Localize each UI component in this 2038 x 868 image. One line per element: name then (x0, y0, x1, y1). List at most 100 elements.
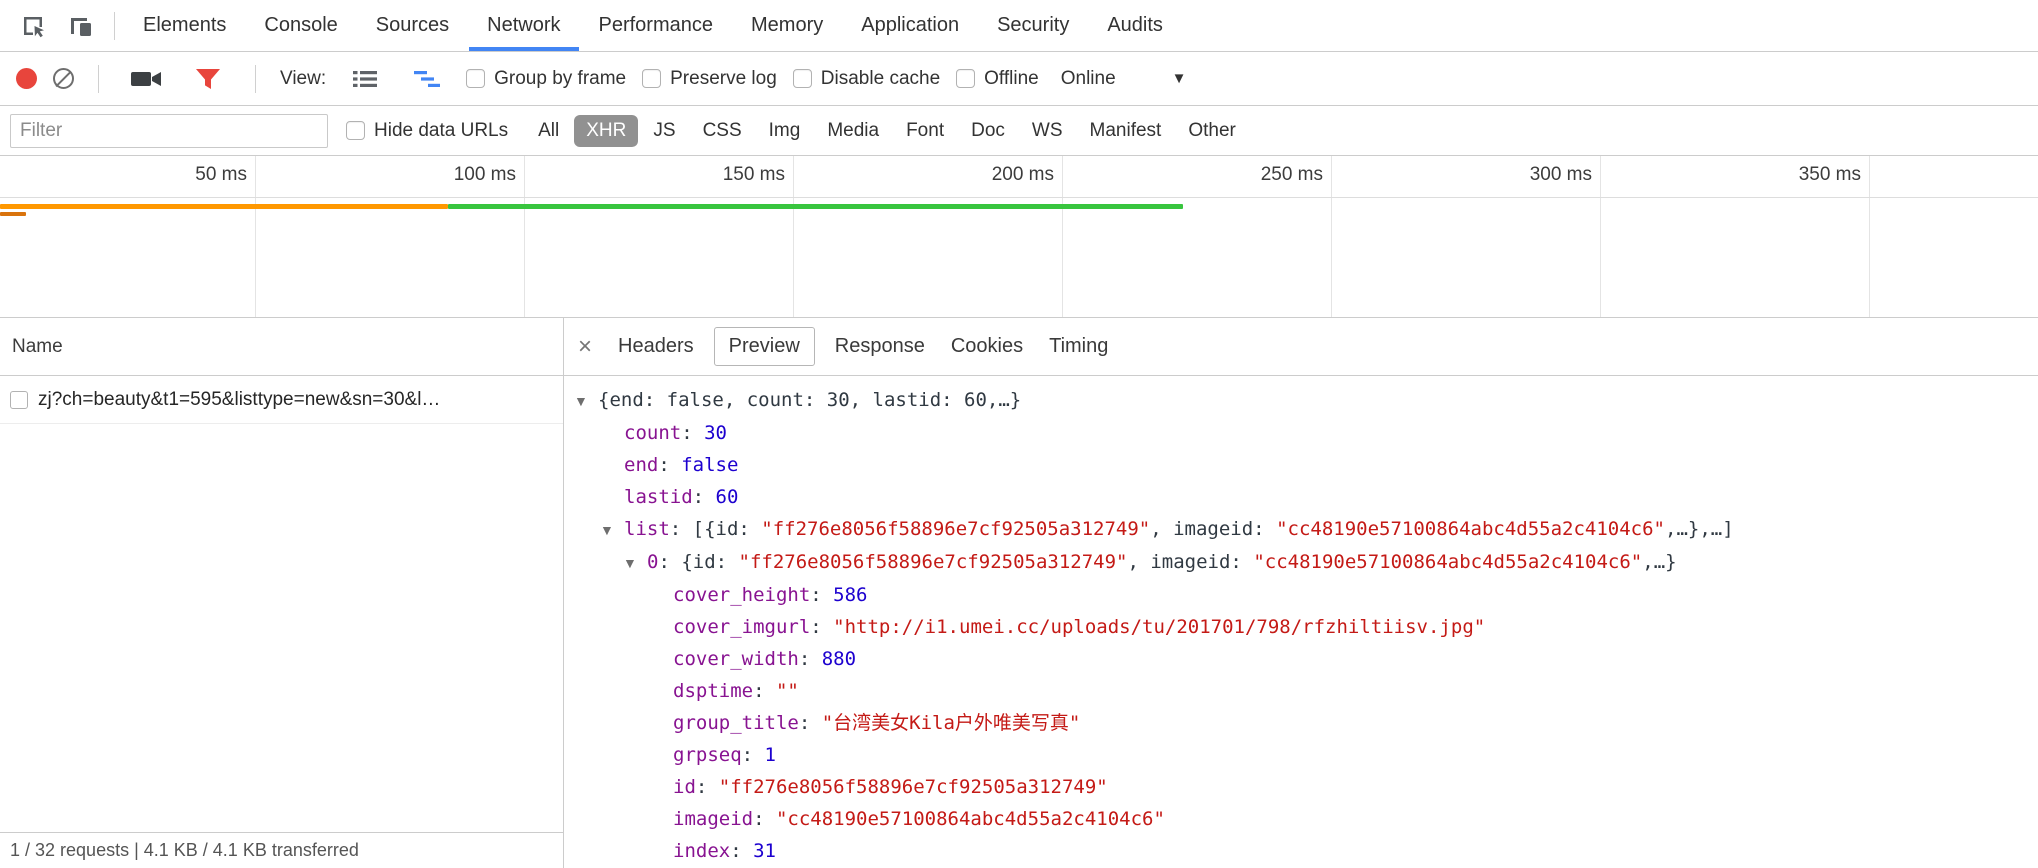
request-row[interactable]: zj?ch=beauty&t1=595&listtype=new&sn=30&l… (0, 376, 563, 424)
filter-css[interactable]: CSS (691, 115, 754, 147)
preview-line: group_title: "台湾美女Kila户外唯美写真" (564, 707, 2038, 739)
json-plain: : (658, 454, 681, 476)
requests-list: zj?ch=beauty&t1=595&listtype=new&sn=30&l… (0, 376, 563, 832)
network-overview[interactable]: 50 ms 100 ms 150 ms 200 ms 250 ms 300 ms… (0, 156, 2038, 318)
overview-gridline (793, 156, 794, 317)
checkbox-label: Disable cache (821, 68, 940, 90)
overview-tick-label: 300 ms (1482, 164, 1592, 186)
throttling-select[interactable]: Online (1061, 68, 1116, 90)
overview-tick-label: 100 ms (406, 164, 516, 186)
tab-memory[interactable]: Memory (733, 0, 841, 51)
resource-type-filters: All XHR JS CSS Img Media Font Doc WS Man… (526, 115, 1248, 147)
expander-icon[interactable]: ▼ (623, 547, 647, 579)
dropdown-caret-icon[interactable]: ▼ (1172, 70, 1187, 87)
request-block-checkbox[interactable] (10, 391, 28, 409)
summary-text: 1 / 32 requests | 4.1 KB / 4.1 KB transf… (10, 840, 359, 861)
overview-tick-label: 150 ms (675, 164, 785, 186)
filter-input[interactable] (10, 114, 328, 148)
tab-response[interactable]: Response (835, 328, 925, 365)
overview-tick-label: 250 ms (1213, 164, 1323, 186)
record-button[interactable] (16, 68, 37, 89)
tab-security[interactable]: Security (979, 0, 1087, 51)
preview-line: lastid: 60 (564, 481, 2038, 513)
overview-gridline (1331, 156, 1332, 317)
json-key: imageid (673, 808, 753, 830)
json-key: group_title (673, 712, 799, 734)
overview-bar-receiving (448, 204, 1183, 209)
tab-application[interactable]: Application (843, 0, 977, 51)
list-view-icon (350, 67, 380, 91)
filter-font[interactable]: Font (894, 115, 956, 147)
tab-timing[interactable]: Timing (1049, 328, 1108, 365)
filter-media[interactable]: Media (815, 115, 891, 147)
main-tab-bar: Elements Console Sources Network Perform… (0, 0, 2038, 52)
overview-tick-label: 50 ms (137, 164, 247, 186)
json-plain: : (696, 776, 719, 798)
expander-icon[interactable]: ▼ (600, 514, 624, 546)
waterfall-icon (412, 67, 442, 91)
filter-manifest[interactable]: Manifest (1078, 115, 1174, 147)
group-by-frame-checkbox[interactable]: Group by frame (466, 68, 626, 90)
json-num: 880 (822, 648, 856, 670)
filter-all[interactable]: All (526, 115, 571, 147)
filter-doc[interactable]: Doc (959, 115, 1017, 147)
overview-toggle-button[interactable] (404, 56, 450, 102)
json-plain: {end: false, count: 30, lastid: 60,…} (598, 389, 1021, 411)
checkbox-label: Offline (984, 68, 1039, 90)
checkbox-icon (793, 69, 812, 88)
json-num: 586 (833, 584, 867, 606)
json-plain: , imageid: (1127, 551, 1253, 573)
preview-line[interactable]: ▼list: [{id: "ff276e8056f58896e7cf92505a… (564, 513, 2038, 546)
tab-audits[interactable]: Audits (1089, 0, 1181, 51)
list-view-button[interactable] (342, 56, 388, 102)
network-main-panel: Name zj?ch=beauty&t1=595&listtype=new&sn… (0, 318, 2038, 868)
json-plain: : (810, 616, 833, 638)
device-toolbar-button[interactable] (58, 3, 104, 49)
preview-line: dsptime: "" (564, 675, 2038, 707)
json-plain: : (753, 680, 776, 702)
name-column-header[interactable]: Name (0, 318, 563, 376)
preview-line[interactable]: ▼0: {id: "ff276e8056f58896e7cf92505a3127… (564, 546, 2038, 579)
json-plain: : [{id: (670, 518, 762, 540)
filter-button[interactable] (185, 56, 231, 102)
tab-elements[interactable]: Elements (125, 0, 244, 51)
clear-button[interactable] (53, 68, 74, 89)
name-header-label: Name (12, 336, 63, 358)
filter-xhr[interactable]: XHR (574, 115, 638, 147)
tab-sources[interactable]: Sources (358, 0, 467, 51)
tab-network[interactable]: Network (469, 0, 578, 51)
tab-headers[interactable]: Headers (618, 328, 694, 365)
overview-gridline (1869, 156, 1870, 317)
overview-gridline (255, 156, 256, 317)
preserve-log-checkbox[interactable]: Preserve log (642, 68, 777, 90)
preview-tree: ▼{end: false, count: 30, lastid: 60,…}co… (564, 376, 2038, 868)
devtools-window: Elements Console Sources Network Perform… (0, 0, 2038, 868)
hide-data-urls-checkbox[interactable]: Hide data URLs (346, 120, 508, 142)
camera-icon (130, 67, 162, 91)
expander-icon[interactable]: ▼ (574, 385, 598, 417)
filter-ws[interactable]: WS (1020, 115, 1075, 147)
checkbox-label: Preserve log (670, 68, 777, 90)
checkbox-icon (466, 69, 485, 88)
filter-other[interactable]: Other (1176, 115, 1248, 147)
json-str: "ff276e8056f58896e7cf92505a312749" (739, 551, 1128, 573)
inspect-element-button[interactable] (10, 3, 56, 49)
json-str: "" (776, 680, 799, 702)
preview-line: end: false (564, 449, 2038, 481)
toolbar-separator (98, 65, 99, 93)
disable-cache-checkbox[interactable]: Disable cache (793, 68, 940, 90)
overview-tick-divider (0, 197, 2038, 198)
offline-checkbox[interactable]: Offline (956, 68, 1039, 90)
filter-img[interactable]: Img (757, 115, 813, 147)
tab-preview[interactable]: Preview (714, 327, 815, 366)
filter-js[interactable]: JS (641, 115, 687, 147)
json-num: 31 (753, 840, 776, 862)
json-key: 0 (647, 551, 658, 573)
tab-console[interactable]: Console (246, 0, 355, 51)
tab-cookies[interactable]: Cookies (951, 328, 1023, 365)
capture-screenshots-button[interactable] (123, 56, 169, 102)
json-str: "cc48190e57100864abc4d55a2c4104c6" (776, 808, 1165, 830)
tab-performance[interactable]: Performance (581, 0, 732, 51)
preview-line[interactable]: ▼{end: false, count: 30, lastid: 60,…} (564, 384, 2038, 417)
close-details-button[interactable]: × (578, 335, 592, 359)
